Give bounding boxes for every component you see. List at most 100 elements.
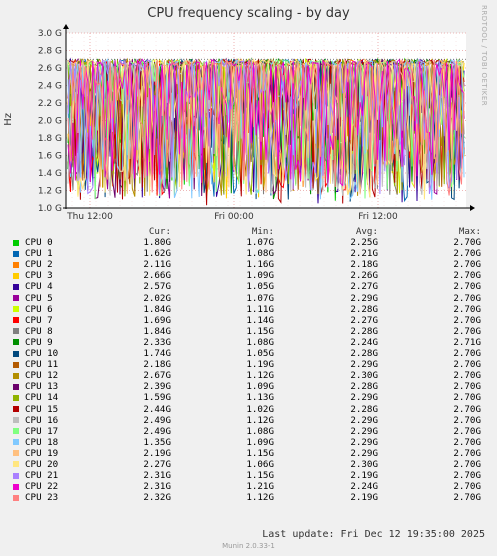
legend-label: CPU 22 [25, 481, 59, 493]
legend-value-avg: 2.29G [350, 414, 378, 426]
legend-swatch [13, 317, 19, 324]
legend-value-avg: 2.24G [350, 481, 378, 493]
legend-value-max: 2.70G [453, 348, 481, 360]
legend-series-name: CPU 9 [10, 337, 106, 348]
legend-value-max: 2.70G [453, 237, 481, 249]
legend-value-min: 1.06G [246, 458, 274, 470]
legend-value-min: 1.02G [246, 403, 274, 415]
legend-row: CPU 23 2.32G 1.12G 2.19G 2.70G [10, 492, 481, 503]
legend-header-name [10, 226, 106, 237]
legend-swatch [13, 295, 19, 302]
legend-value-avg: 2.28G [350, 403, 378, 415]
legend-value-min: 1.21G [246, 481, 274, 493]
legend-row: CPU 22 2.31G 1.21G 2.24G 2.70G [10, 481, 481, 492]
legend-swatch [13, 472, 19, 479]
y-tick-label: 1.2 G [38, 187, 62, 197]
legend-value-avg: 2.29G [350, 436, 378, 448]
legend-header-row: Cur: Min: Avg: Max: [10, 226, 481, 237]
legend-row: CPU 18 1.35G 1.09G 2.29G 2.70G [10, 437, 481, 448]
legend-value-cur: 2.57G [143, 281, 171, 293]
legend-label: CPU 12 [25, 370, 59, 382]
legend-label: CPU 8 [25, 325, 53, 337]
legend-value-cur: 2.31G [143, 470, 171, 482]
legend-value-cur: 2.67G [143, 370, 171, 382]
y-tick-label: 3.0 G [38, 29, 62, 39]
legend-value-cur: 1.62G [143, 248, 171, 260]
legend-value-min: 1.12G [246, 492, 274, 504]
legend-value-cur: 1.80G [143, 237, 171, 249]
x-tick-label: Fri 12:00 [358, 212, 398, 222]
legend-table: Cur: Min: Avg: Max: CPU 0 1.80G 1.07G 2.25G… [10, 226, 481, 503]
legend-swatch [13, 272, 19, 279]
legend-value-cur: 1.35G [143, 436, 171, 448]
legend-series-name: CPU 22 [10, 481, 106, 492]
legend-swatch [13, 261, 19, 268]
legend-value-cur: 2.33G [143, 336, 171, 348]
legend-swatch [13, 328, 19, 335]
legend-value-max: 2.70G [453, 458, 481, 470]
legend-value-avg: 2.29G [350, 359, 378, 371]
legend-value-min: 1.05G [246, 281, 274, 293]
legend-value-max: 2.70G [453, 314, 481, 326]
legend-series-name: CPU 6 [10, 304, 106, 315]
legend-value-min: 1.08G [246, 425, 274, 437]
legend-value-cur: 2.49G [143, 414, 171, 426]
legend-swatch [13, 372, 19, 379]
legend-label: CPU 3 [25, 270, 53, 282]
legend-value-max: 2.70G [453, 447, 481, 459]
legend-series-name: CPU 21 [10, 470, 106, 481]
legend-value-max: 2.70G [453, 281, 481, 293]
legend-value-avg: 2.21G [350, 248, 378, 260]
legend-label: CPU 15 [25, 403, 59, 415]
legend-label: CPU 16 [25, 414, 59, 426]
legend-value-min: 1.08G [246, 248, 274, 260]
legend-value-max: 2.70G [453, 414, 481, 426]
legend-row: CPU 20 2.27G 1.06G 2.30G 2.70G [10, 459, 481, 470]
legend-value-avg: 2.24G [350, 336, 378, 348]
legend-swatch [13, 361, 19, 368]
legend-value-min: 1.09G [246, 270, 274, 282]
legend-value-max: 2.70G [453, 303, 481, 315]
legend-header-max: Max: [458, 226, 481, 237]
last-update: Last update: Fri Dec 12 19:35:00 2025 [262, 529, 485, 540]
legend-value-avg: 2.29G [350, 392, 378, 404]
legend-series-name: CPU 13 [10, 381, 106, 392]
legend-value-avg: 2.30G [350, 370, 378, 382]
legend-label: CPU 7 [25, 314, 53, 326]
x-tick-label: Fri 00:00 [214, 212, 254, 222]
legend-series-name: CPU 14 [10, 392, 106, 403]
legend-row: CPU 14 1.59G 1.13G 2.29G 2.70G [10, 392, 481, 403]
legend-value-max: 2.70G [453, 381, 481, 393]
legend-series-name: CPU 16 [10, 415, 106, 426]
legend-label: CPU 21 [25, 470, 59, 482]
legend-value-cur: 1.84G [143, 303, 171, 315]
legend-series-name: CPU 7 [10, 315, 106, 326]
legend-value-cur: 2.44G [143, 403, 171, 415]
legend-value-min: 1.09G [246, 436, 274, 448]
legend-value-min: 1.09G [246, 381, 274, 393]
legend-value-min: 1.19G [246, 359, 274, 371]
legend-value-max: 2.70G [453, 292, 481, 304]
legend-value-min: 1.07G [246, 292, 274, 304]
legend-label: CPU 5 [25, 292, 53, 304]
legend-value-cur: 2.39G [143, 381, 171, 393]
legend-swatch [13, 394, 19, 401]
legend-value-avg: 2.29G [350, 425, 378, 437]
y-tick-label: 1.6 G [38, 152, 62, 162]
legend-row: CPU 6 1.84G 1.11G 2.28G 2.70G [10, 304, 481, 315]
legend-header-avg: Avg: [355, 226, 378, 237]
legend-value-max: 2.70G [453, 425, 481, 437]
legend-value-min: 1.07G [246, 237, 274, 249]
legend-value-avg: 2.28G [350, 325, 378, 337]
legend-label: CPU 1 [25, 248, 53, 260]
y-tick-label: 2.2 G [38, 99, 62, 109]
legend-swatch [13, 283, 19, 290]
legend-value-min: 1.12G [246, 414, 274, 426]
legend-series-name: CPU 23 [10, 492, 106, 503]
legend-value-cur: 2.32G [143, 492, 171, 504]
legend-series-name: CPU 3 [10, 270, 106, 281]
legend-swatch [13, 417, 19, 424]
legend-row: CPU 19 2.19G 1.15G 2.29G 2.70G [10, 448, 481, 459]
legend-value-max: 2.70G [453, 325, 481, 337]
legend-swatch [13, 339, 19, 346]
